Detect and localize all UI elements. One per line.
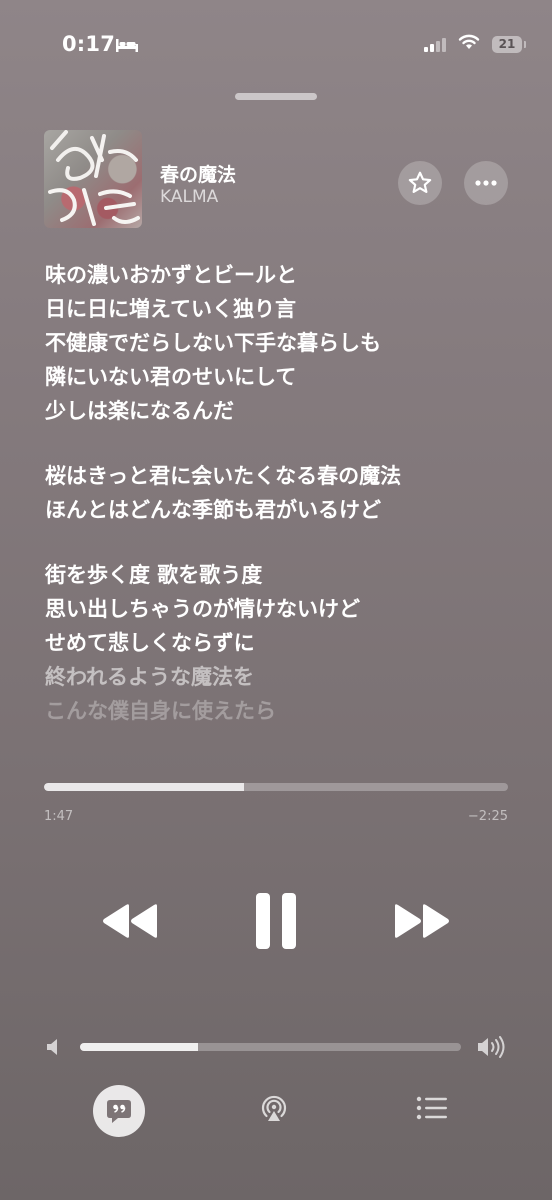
status-indicators: 21 — [424, 34, 526, 54]
lyric-line[interactable]: ほんとはどんな季節も君がいるけど — [45, 493, 515, 527]
pause-icon — [256, 893, 296, 949]
lyric-line[interactable]: 不健康でだらしない下手な暮らしも — [45, 326, 515, 360]
remaining-time: −2:25 — [467, 809, 508, 824]
fast-forward-icon — [395, 904, 449, 938]
elapsed-time: 1:47 — [44, 809, 74, 824]
lyrics-stanza: 桜はきっと君に会いたくなる春の魔法 ほんとはどんな季節も君がいるけど — [45, 459, 515, 527]
ellipsis-icon — [475, 180, 497, 186]
rewind-icon — [103, 904, 157, 938]
volume-slider[interactable] — [80, 1043, 461, 1051]
status-time: 0:17 — [62, 32, 116, 56]
lyrics-quote-icon — [107, 1100, 131, 1123]
lyrics-button[interactable] — [93, 1085, 145, 1137]
speaker-low-icon — [46, 1037, 62, 1061]
wifi-icon — [458, 34, 480, 54]
song-title[interactable]: 春の魔法 — [160, 160, 236, 187]
song-artist[interactable]: KALMA — [160, 187, 218, 207]
lyrics-view[interactable]: 味の濃いおかずとビールと 日に日に増えていく独り言 不健康でだらしない下手な暮ら… — [45, 258, 515, 759]
lyric-line[interactable]: 味の濃いおかずとビールと — [45, 258, 515, 292]
fast-forward-button[interactable] — [392, 895, 452, 947]
speaker-high-icon — [477, 1035, 507, 1063]
bed-icon — [115, 37, 139, 57]
lyrics-stanza: 街を歩く度 歌を歌う度 思い出しちゃうのが情けないけど せめて悲しくならずに 終… — [45, 558, 515, 728]
lyric-line[interactable]: 隣にいない君のせいにして — [45, 360, 515, 394]
cellular-signal-icon — [424, 36, 446, 52]
pause-button[interactable] — [246, 890, 306, 952]
lyric-line[interactable]: こんな僕自身に使えたら — [45, 694, 515, 728]
more-button[interactable] — [464, 161, 508, 205]
playback-progress-fill — [44, 783, 244, 791]
album-artwork[interactable] — [44, 130, 142, 228]
lyric-line[interactable]: せめて悲しくならずに — [45, 626, 515, 660]
lyric-line[interactable]: 思い出しちゃうのが情けないけど — [45, 592, 515, 626]
queue-button[interactable] — [414, 1092, 450, 1124]
sheet-grabber[interactable] — [235, 93, 317, 100]
lyric-line[interactable]: 街を歩く度 歌を歌う度 — [45, 558, 515, 592]
favorite-button[interactable] — [398, 161, 442, 205]
lyric-line[interactable]: 終われるような魔法を — [45, 660, 515, 694]
playback-scrubber[interactable] — [44, 783, 508, 791]
battery-indicator: 21 — [492, 35, 526, 53]
airplay-icon — [261, 1095, 287, 1121]
lyric-line[interactable]: 少しは楽になるんだ — [45, 394, 515, 428]
lyric-line[interactable]: 桜はきっと君に会いたくなる春の魔法 — [45, 459, 515, 493]
queue-list-icon — [416, 1096, 447, 1120]
airplay-button[interactable] — [256, 1090, 292, 1126]
rewind-button[interactable] — [100, 895, 160, 947]
lyric-line[interactable]: 日に日に増えていく独り言 — [45, 292, 515, 326]
volume-fill — [80, 1043, 199, 1051]
star-icon — [408, 171, 432, 193]
lyrics-stanza: 味の濃いおかずとビールと 日に日に増えていく独り言 不健康でだらしない下手な暮ら… — [45, 258, 515, 428]
